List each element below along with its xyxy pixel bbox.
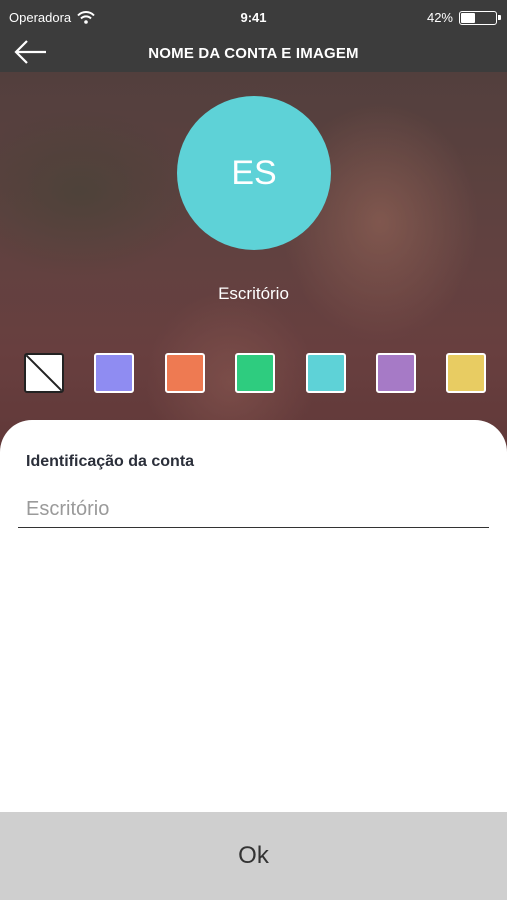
avatar-initials: ES — [231, 153, 277, 192]
account-name: Escritório — [218, 284, 289, 303]
account-avatar[interactable]: ES — [177, 96, 331, 250]
color-swatch-yellow[interactable] — [446, 353, 487, 393]
account-id-input[interactable] — [18, 492, 489, 528]
no-color-icon — [26, 355, 62, 391]
battery-fill — [461, 12, 475, 23]
battery-percent: 42% — [426, 10, 453, 25]
color-swatch-none[interactable] — [24, 353, 64, 393]
color-picker — [24, 353, 487, 393]
color-swatch-orange[interactable] — [164, 353, 205, 393]
battery-status: 42% — [426, 10, 501, 25]
color-swatch-periwinkle[interactable] — [94, 353, 135, 393]
page-title: NOME DA CONTA E IMAGEM — [148, 45, 359, 62]
color-swatch-cyan[interactable] — [305, 353, 346, 393]
account-form-sheet: Identificação da conta — [0, 420, 507, 812]
color-swatch-purple[interactable] — [376, 353, 416, 393]
ok-button[interactable]: Ok — [0, 812, 507, 900]
battery-icon — [459, 10, 501, 25]
status-bar: Operadora 9:41 42% — [0, 0, 507, 36]
top-bar: NOME DA CONTA E IMAGEM — [0, 36, 507, 72]
account-id-label: Identificação da conta — [26, 453, 195, 470]
color-swatch-green[interactable] — [235, 353, 276, 393]
